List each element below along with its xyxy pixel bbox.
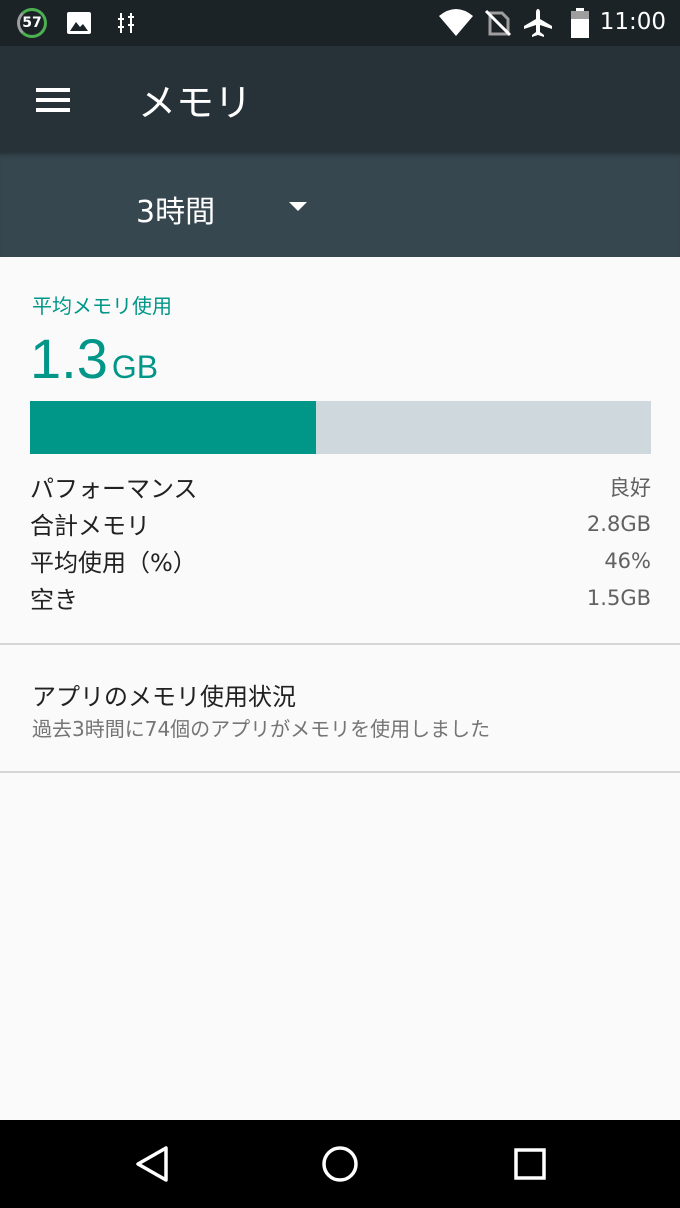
- stat-value: 1.5GB: [586, 585, 651, 610]
- stat-label: 合計メモリ: [30, 512, 150, 540]
- period-selected-label: 3時間: [136, 195, 216, 230]
- image-icon: [67, 12, 91, 34]
- average-memory-number: 1.3: [30, 327, 108, 390]
- stat-value: 2.8GB: [586, 511, 651, 536]
- stat-label: 平均使用（%）: [30, 549, 197, 577]
- stat-row-free: 空き 1.5GB: [30, 579, 651, 616]
- stat-value: 良好: [609, 475, 651, 500]
- stat-value: 46%: [604, 548, 651, 573]
- airplane-icon: [524, 9, 552, 37]
- divider: [0, 771, 680, 773]
- stat-label: 空き: [30, 586, 78, 614]
- app-memory-usage-subtitle: 過去3時間に74個のアプリがメモリを使用しました: [32, 717, 491, 741]
- period-dropdown[interactable]: 3時間: [136, 185, 316, 230]
- stat-row-total-memory: 合計メモリ 2.8GB: [30, 505, 651, 542]
- app-bar: メモリ: [0, 46, 680, 152]
- memory-stats: パフォーマンス 良好 合計メモリ 2.8GB 平均使用（%） 46% 空き 1.…: [30, 468, 651, 616]
- no-sim-icon: [484, 9, 512, 37]
- back-icon[interactable]: [132, 1144, 172, 1184]
- period-bar: 3時間: [0, 152, 680, 257]
- app-memory-usage-title: アプリのメモリ使用状況: [32, 683, 296, 711]
- status-bar: 57 11:00: [0, 0, 680, 46]
- home-icon[interactable]: [320, 1144, 360, 1184]
- average-memory-unit: GB: [111, 349, 159, 385]
- battery-icon: [571, 8, 589, 38]
- memory-usage-bar-fill: [30, 401, 316, 454]
- page-title: メモリ: [138, 81, 253, 125]
- app-memory-usage-item[interactable]: アプリのメモリ使用状況 過去3時間に74個のアプリがメモリを使用しました: [0, 645, 680, 771]
- wifi-icon: [439, 9, 473, 36]
- recents-icon[interactable]: [510, 1144, 550, 1184]
- navigation-bar: [0, 1120, 680, 1208]
- clock: 11:00: [599, 9, 666, 35]
- dropdown-arrow-icon: [289, 202, 307, 211]
- circle-57-icon: 57: [17, 8, 47, 38]
- average-memory-value: 1.3 GB: [30, 326, 158, 391]
- stat-label: パフォーマンス: [30, 475, 198, 503]
- stat-row-average-usage: 平均使用（%） 46%: [30, 542, 651, 579]
- usb-debug-icon: [118, 13, 134, 33]
- average-memory-label: 平均メモリ使用: [32, 294, 172, 318]
- memory-usage-bar: [30, 401, 651, 454]
- stat-row-performance: パフォーマンス 良好: [30, 468, 651, 505]
- hamburger-menu-icon[interactable]: [36, 88, 70, 112]
